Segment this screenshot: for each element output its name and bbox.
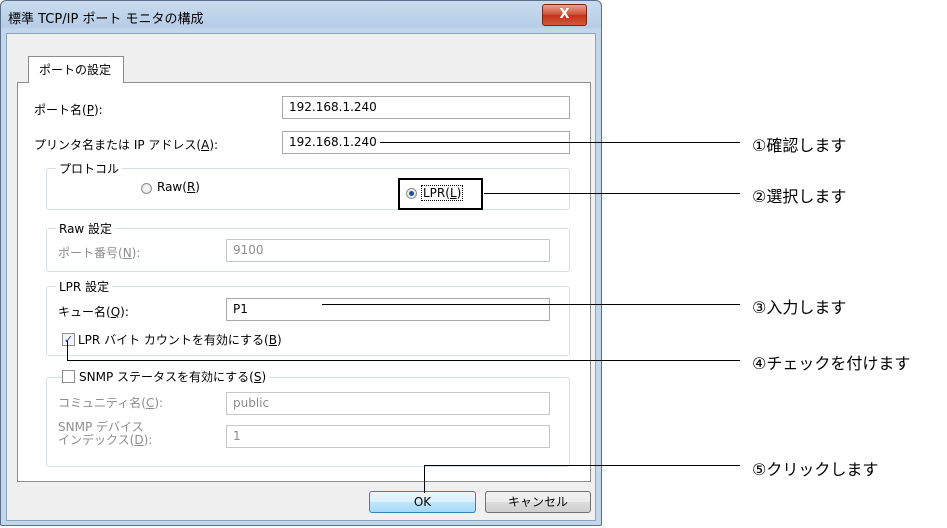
- device-index-label: SNMP デバイス インデックス(D):: [58, 420, 153, 447]
- printer-name-label: プリンタ名または IP アドレス(A):: [34, 138, 219, 152]
- device-index-input[interactable]: 1: [226, 425, 550, 448]
- port-number-input[interactable]: 9100: [226, 239, 550, 262]
- callout-line-3: [322, 304, 740, 305]
- port-name-input[interactable]: 192.168.1.240: [282, 96, 570, 119]
- raw-settings-legend: Raw 設定: [56, 220, 116, 237]
- queue-name-label: キュー名(Q):: [58, 305, 129, 319]
- raw-radio-label[interactable]: Raw(R): [157, 180, 200, 194]
- callout-check: ④チェックを付けます: [752, 354, 911, 373]
- callout-confirm: ①確認します: [752, 136, 847, 155]
- protocol-legend: プロトコル: [56, 160, 123, 177]
- checkmark-icon: ✓: [63, 333, 74, 346]
- port-name-label: ポート名(P):: [34, 103, 103, 117]
- window-title: 標準 TCP/IP ポート モニタの構成: [8, 12, 204, 27]
- tab-port-settings[interactable]: ポートの設定: [28, 56, 124, 83]
- callout-line-2: [484, 193, 740, 194]
- byte-count-checkbox[interactable]: ✓: [62, 333, 75, 346]
- community-input[interactable]: public: [226, 392, 550, 415]
- protocol-group: [46, 168, 570, 210]
- callout-line-1: [380, 142, 740, 143]
- lpr-radio[interactable]: [406, 188, 417, 199]
- callout-line-4-vertical: [67, 341, 68, 361]
- lpr-settings-legend: LPR 設定: [56, 278, 113, 295]
- callout-line-4: [67, 360, 740, 361]
- ok-button[interactable]: OK: [369, 491, 476, 513]
- callout-click: ⑤クリックします: [752, 460, 879, 479]
- callout-line-5: [424, 465, 740, 466]
- byte-count-label[interactable]: LPR バイト カウントを有効にする(B): [78, 331, 282, 348]
- close-button[interactable]: X: [542, 4, 587, 26]
- callout-select: ②選択します: [752, 187, 847, 206]
- raw-radio[interactable]: [141, 183, 152, 194]
- community-label: コミュニティ名(C):: [58, 396, 164, 410]
- queue-name-input[interactable]: P1: [226, 298, 550, 321]
- cancel-button[interactable]: キャンセル: [485, 491, 591, 513]
- callout-input: ③入力します: [752, 298, 847, 317]
- snmp-checkbox[interactable]: [62, 370, 75, 383]
- close-icon: X: [559, 7, 570, 22]
- port-number-label: ポート番号(N):: [58, 246, 141, 260]
- lpr-radio-label[interactable]: LPR(L): [421, 185, 464, 201]
- callout-line-5-vertical: [424, 465, 425, 493]
- snmp-checkbox-label[interactable]: SNMP ステータスを有効にする(S): [76, 368, 270, 385]
